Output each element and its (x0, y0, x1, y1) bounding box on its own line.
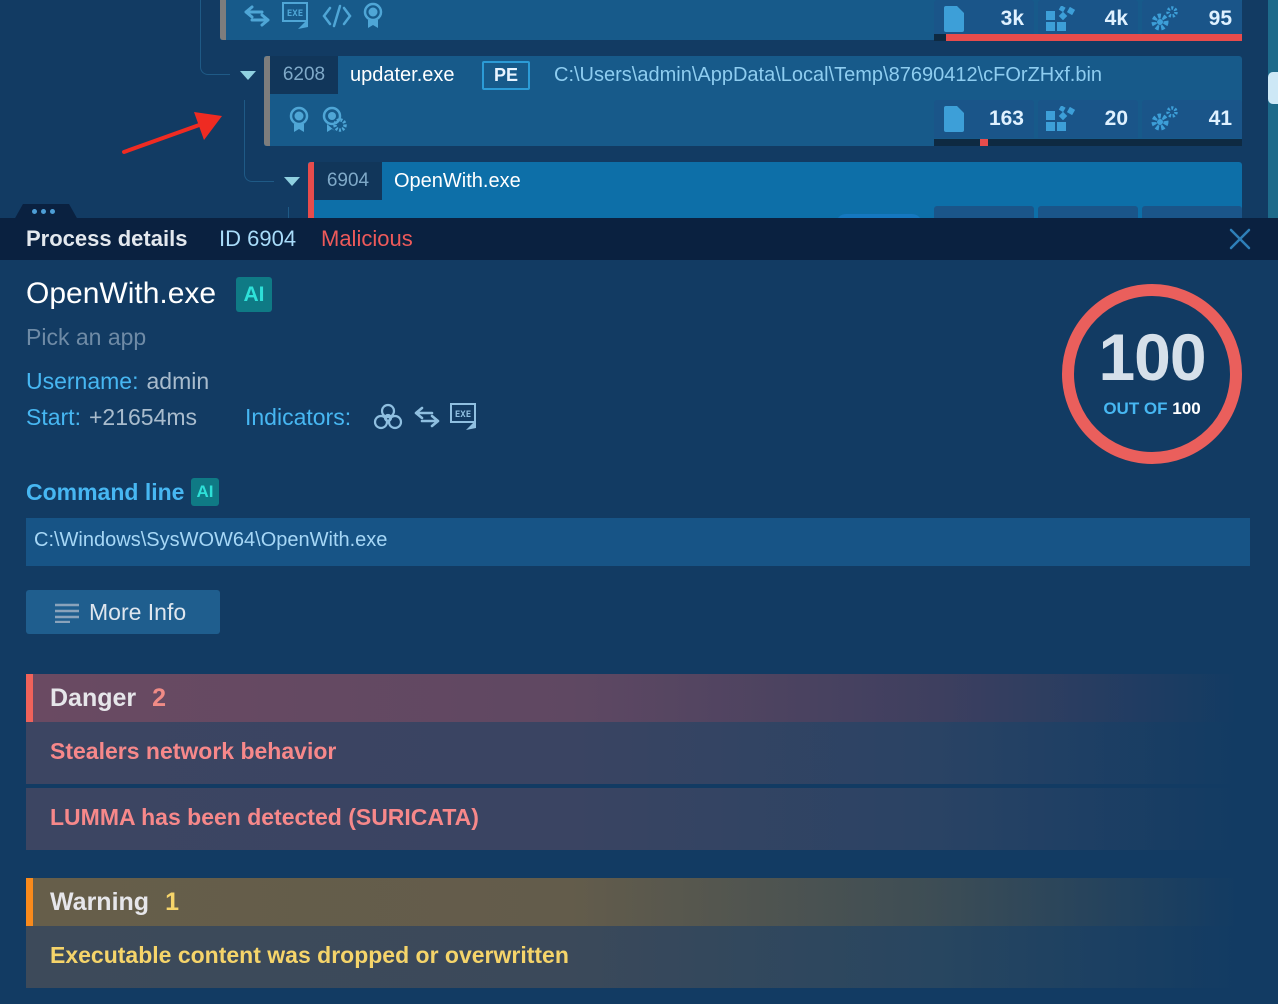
start-label: Start: (26, 404, 81, 430)
process-row-6208[interactable]: 6208 updater.exe PE C:\Users\admin\AppDa… (264, 56, 1242, 146)
process-name: OpenWith.exe (394, 170, 521, 192)
file-icon (942, 106, 966, 137)
danger-accent (26, 674, 33, 722)
modules-icon (1046, 5, 1076, 37)
svg-text:EXE: EXE (287, 9, 303, 19)
start-value: +21654ms (88, 404, 198, 430)
activity-bar-marker (980, 139, 989, 146)
process-description: Pick an app (26, 324, 147, 350)
tree-scrollbar[interactable] (1268, 0, 1278, 218)
annotation-arrow-icon (122, 112, 222, 154)
command-line-ai-badge[interactable]: AI (191, 478, 219, 506)
process-pid: 6208 (270, 56, 338, 94)
warning-header[interactable]: Warning 1 (26, 878, 1238, 926)
start-field: Start: +21654ms (26, 402, 197, 432)
details-header: Process details ID 6904 Malicious (0, 218, 1278, 260)
warning-title: Warning (50, 888, 150, 916)
details-panel: OpenWith.exe AI Pick an app Username: adm… (0, 260, 1278, 1004)
more-info-label: More Info (89, 599, 187, 625)
list-lines-icon (55, 603, 79, 623)
threat-score-value: 100 (1098, 320, 1206, 394)
process-tree: EXE 3k 4k 95 6208 updater.exe PE C:\User… (0, 0, 1278, 252)
modules-count: 4k (1104, 7, 1128, 30)
gears-icon (1150, 106, 1180, 137)
award-icon (288, 106, 310, 134)
danger-item-text: LUMMA has been detected (SURICATA) (50, 804, 479, 830)
threads-count: 95 (1208, 7, 1232, 30)
modules-stat[interactable]: 4k (1038, 0, 1138, 38)
danger-header[interactable]: Danger 2 (26, 674, 1238, 722)
indicator-row: EXE (242, 2, 384, 30)
username-value: admin (146, 368, 210, 394)
danger-section: Danger 2 Stealers network behavior LUMMA … (26, 674, 1238, 850)
tree-connector (200, 0, 230, 75)
close-icon[interactable] (1228, 227, 1252, 251)
threads-count: 41 (1208, 107, 1232, 130)
file-icon (942, 6, 966, 37)
warning-accent (26, 878, 33, 926)
svg-text:EXE: EXE (455, 410, 471, 420)
threat-score-max: OUT OF 100 (1074, 399, 1230, 419)
activity-bar-fill (946, 34, 1242, 41)
expand-caret-6904[interactable] (284, 177, 300, 186)
indicator-icons: EXE (372, 402, 480, 437)
files-stat[interactable]: 163 (934, 100, 1034, 138)
gears-icon (1150, 6, 1180, 37)
ai-badge[interactable]: AI (236, 277, 272, 312)
indicator-row (288, 106, 348, 134)
files-stat[interactable]: 3k (934, 0, 1034, 38)
panel-title: Process details (26, 226, 188, 251)
warning-section: Warning 1 Executable content was dropped … (26, 878, 1238, 988)
award-gear-icon (322, 106, 348, 134)
danger-item[interactable]: LUMMA has been detected (SURICATA) (26, 788, 1238, 850)
process-row-previous[interactable]: EXE 3k 4k 95 (220, 0, 1242, 41)
threat-score-ring: 100 OUT OF 100 (1062, 284, 1242, 464)
network-exchange-icon (242, 3, 272, 29)
score-max-value: 100 (1172, 399, 1201, 418)
danger-item-text: Stealers network behavior (50, 738, 337, 764)
biohazard-icon[interactable] (372, 402, 404, 437)
danger-count: 2 (152, 684, 167, 712)
more-dots-icon (32, 209, 55, 214)
warning-item[interactable]: Executable content was dropped or overwr… (26, 926, 1238, 988)
pe-badge: PE (482, 61, 531, 90)
files-count: 3k (1000, 7, 1024, 30)
warning-item-text: Executable content was dropped or overwr… (50, 942, 569, 968)
activity-bar (934, 34, 1242, 41)
exe-drop-icon[interactable]: EXE (450, 403, 480, 436)
indicators-field: Indicators: (245, 402, 351, 432)
process-title: OpenWith.exe (26, 277, 217, 310)
threads-stat[interactable]: 95 (1142, 0, 1242, 38)
danger-title: Danger (50, 684, 137, 712)
command-line-value[interactable]: C:\Windows\SysWOW64\OpenWith.exe (26, 518, 1250, 566)
network-exchange-icon[interactable] (412, 404, 442, 435)
code-icon (322, 4, 352, 28)
danger-item[interactable]: Stealers network behavior (26, 722, 1238, 784)
process-name: updater.exe (350, 64, 455, 86)
process-stats: 3k 4k 95 (934, 0, 1242, 38)
modules-stat[interactable]: 20 (1038, 100, 1138, 138)
command-line-label: Command line (26, 479, 185, 505)
process-id-label: ID 6904 (219, 226, 297, 251)
award-icon (362, 2, 384, 30)
more-info-button[interactable]: More Info (26, 590, 220, 634)
out-of-label: OUT OF (1103, 399, 1168, 418)
username-label: Username: (26, 368, 139, 394)
process-pid: 6904 (314, 162, 382, 200)
status-badge: Malicious (321, 226, 413, 251)
process-stats: 163 20 41 (934, 100, 1242, 138)
warning-count: 1 (165, 888, 179, 916)
activity-bar (934, 139, 1242, 146)
expand-caret-6208[interactable] (240, 71, 256, 80)
tree-scrollbar-thumb[interactable] (1268, 72, 1278, 104)
threads-stat[interactable]: 41 (1142, 100, 1242, 138)
modules-count: 20 (1104, 107, 1128, 130)
app-root: EXE 3k 4k 95 6208 updater.exe PE C:\User… (0, 0, 1278, 1004)
modules-icon (1046, 105, 1076, 137)
username-field: Username: admin (26, 366, 209, 396)
process-path: C:\Users\admin\AppData\Local\Temp\876904… (554, 64, 1103, 86)
indicators-label: Indicators: (245, 404, 352, 430)
exe-drop-icon: EXE (282, 2, 312, 30)
files-count: 163 (988, 107, 1024, 130)
